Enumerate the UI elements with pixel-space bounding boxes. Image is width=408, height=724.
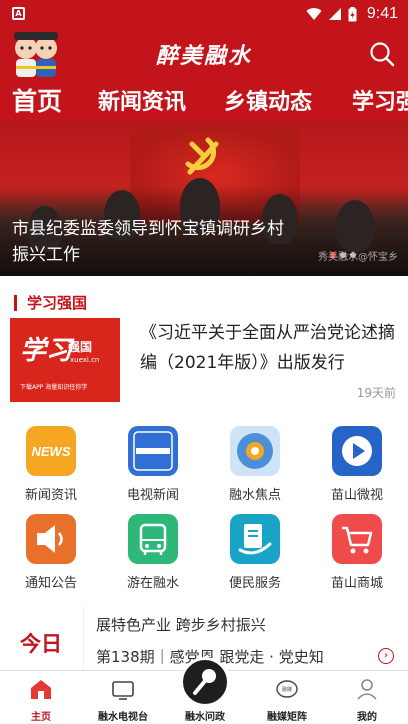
nav-label: 我的 [357,712,377,723]
grid-label: 电视新闻 [126,488,179,503]
svg-text:融媒: 融媒 [282,686,292,693]
app-notification-icon: A [12,7,25,20]
tv-icon [112,681,134,700]
nav-profile[interactable]: 我的 [326,671,408,724]
app-logo-text: 醉美融水 [155,43,252,69]
section-header: 学习强国 [14,292,87,313]
grid-label: 便民服务 [228,576,281,591]
chevron-right-icon[interactable]: › [378,648,394,664]
grid-item-news[interactable]: NEWS 新闻资讯 [0,420,102,508]
service-icon [230,514,280,564]
banner-caption[interactable]: 市县纪委监委领导到怀宝镇调研乡村振兴工作 [12,216,292,268]
microphone-button[interactable] [180,657,230,707]
article-headline[interactable]: 《习近平关于全面从严治党论述摘编（2021年版）》出版发行 [140,318,400,378]
banner-carousel[interactable]: 市县纪委监委领导到怀宝镇调研乡村振兴工作 秀美融水@怀宝乡 [0,120,408,276]
nav-matrix[interactable]: 融媒 融媒矩阵 [246,671,328,724]
nav-label: 融水电视台 [98,712,148,723]
grid-item-service[interactable]: 便民服务 [204,508,306,596]
thumb-tagline: 下载APP 海量知识任你学 [20,384,88,391]
section-accent-bar [14,294,17,311]
grid-label: 通知公告 [24,576,77,591]
battery-icon [348,6,357,21]
svg-text:NEWS: NEWS [32,444,71,459]
bus-icon [128,514,178,564]
grid-item-mall[interactable]: 苗山商城 [306,508,408,596]
home-icon [31,680,51,699]
nav-label: 主页 [31,712,51,723]
grid-label: 苗山商城 [330,576,383,591]
bottom-nav: 主页 融水电视台 融水问政 融媒 融媒矩阵 我的 [0,657,408,724]
xuexi-thumbnail: 学习 强国 xuexi.cn 下载APP 海量知识任你学 [10,318,120,402]
app-header: 醉美融水 [0,28,408,80]
person-figure [336,200,374,252]
grid-item-focus[interactable]: 融水焦点 [204,420,306,508]
feature-article[interactable]: 学习 强国 xuexi.cn 下载APP 海量知识任你学 《习近平关于全面从严治… [10,318,400,406]
section-title: 学习强国 [27,294,88,312]
status-icons: 9:41 [306,4,398,24]
tab-township[interactable]: 乡镇动态 [224,84,312,116]
video-play-icon [332,426,382,476]
nav-label: 融媒矩阵 [267,712,307,723]
today-label-box: 今日 [0,606,84,670]
tab-news[interactable]: 新闻资讯 [98,84,186,116]
clock: 9:41 [366,5,398,22]
grid-label: 苗山微视 [330,488,383,503]
tab-home[interactable]: 首页 [12,82,62,118]
grid-item-tv-news[interactable]: 电视新闻 [102,420,204,508]
grid-item-tour[interactable]: 游在融水 [102,508,204,596]
nav-home[interactable]: 主页 [0,671,82,724]
focus-icon [230,426,280,476]
grid-label: 游在融水 [126,576,179,591]
banner-watermark: 秀美融水@怀宝乡 [318,252,398,263]
nav-label: 融水问政 [185,712,225,723]
user-icon [357,679,377,700]
thumb-title: 学习 [20,336,73,366]
microphone-icon [193,669,216,695]
topic-line[interactable]: 展特色产业 跨步乡村振兴 [96,614,266,635]
wifi-icon [306,8,322,20]
thumb-subtitle: 强国 [68,340,93,354]
signal-icon [328,8,341,20]
category-tabs: 首页 新闻资讯 乡镇动态 学习强国 [0,80,408,120]
news-icon: NEWS [26,426,76,476]
today-label: 今日 [20,632,62,656]
grid-label: 新闻资讯 [24,488,77,503]
grid-label: 融水焦点 [228,488,281,503]
tv-news-icon [128,426,178,476]
speaker-icon [26,514,76,564]
search-icon[interactable] [368,40,396,68]
tab-study[interactable]: 学习强国 [352,84,408,116]
thumb-url: xuexi.cn [70,356,100,364]
status-bar: A 9:41 [0,0,408,28]
nav-tv[interactable]: 融水电视台 [82,671,164,724]
matrix-icon: 融媒 [276,680,298,698]
article-time: 19天前 [356,386,396,400]
cart-icon [332,514,382,564]
grid-item-video[interactable]: 苗山微视 [306,420,408,508]
grid-item-notice[interactable]: 通知公告 [0,508,102,596]
